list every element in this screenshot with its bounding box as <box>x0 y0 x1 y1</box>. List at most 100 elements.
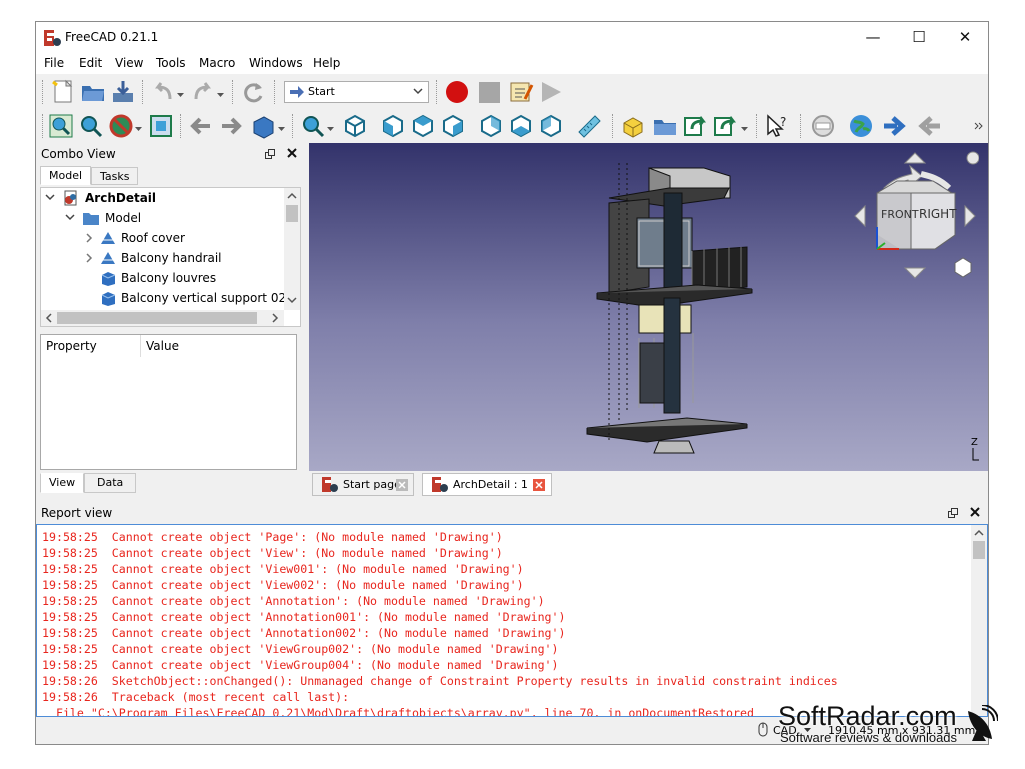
close-button[interactable]: ✕ <box>942 22 988 53</box>
std-views-icon[interactable] <box>250 113 276 139</box>
scroll-thumb[interactable] <box>973 541 985 559</box>
zoom-icon[interactable] <box>300 113 326 139</box>
nav-up-icon[interactable] <box>903 152 927 164</box>
fit-all-icon[interactable] <box>48 113 74 139</box>
close-panel-icon[interactable] <box>970 507 980 517</box>
std-views-dropdown-icon[interactable] <box>278 125 286 133</box>
forward-view-icon[interactable] <box>218 113 244 139</box>
view-isometric-icon[interactable] <box>342 113 368 139</box>
run-macro-icon[interactable] <box>538 79 564 105</box>
axis-z-label: Z <box>971 437 978 448</box>
solid-icon <box>101 292 116 306</box>
tree-vertical-scrollbar[interactable] <box>284 188 300 310</box>
stop-macro-icon[interactable] <box>476 79 502 105</box>
new-document-icon[interactable] <box>50 79 76 105</box>
view-rear-icon[interactable] <box>478 113 504 139</box>
tab-model[interactable]: Model <box>40 166 92 185</box>
tree-horizontal-scrollbar[interactable] <box>41 310 284 326</box>
create-part-icon[interactable] <box>620 113 646 139</box>
view-menu-cube-icon[interactable] <box>954 257 972 278</box>
expand-icon[interactable] <box>65 214 75 222</box>
measure-distance-icon[interactable] <box>576 113 602 139</box>
view-front-icon[interactable] <box>380 113 406 139</box>
toolbar-overflow-icon[interactable] <box>974 121 984 131</box>
tab-data[interactable]: Data <box>84 473 137 493</box>
undock-icon[interactable] <box>265 149 275 159</box>
menu-view[interactable]: View <box>115 56 143 70</box>
menu-file[interactable]: File <box>44 56 64 70</box>
log-line: 19:58:25 Cannot create object 'Annotatio… <box>42 610 566 624</box>
scroll-right-icon[interactable] <box>271 313 279 323</box>
tree-root-label: ArchDetail <box>85 191 157 205</box>
report-log[interactable]: 19:58:25 Cannot create object 'Page': (N… <box>36 524 988 717</box>
nav-right-icon[interactable] <box>964 204 976 228</box>
minimize-button[interactable]: — <box>850 22 896 53</box>
web-browser-icon[interactable] <box>848 113 874 139</box>
workbench-selector[interactable]: Start <box>284 81 429 103</box>
arch-component-icon <box>101 232 115 244</box>
expand-icon[interactable] <box>45 194 55 202</box>
scroll-up-icon[interactable] <box>974 529 984 537</box>
report-scrollbar[interactable] <box>971 525 987 716</box>
combo-view-title: Combo View <box>41 147 116 161</box>
nav-left-icon[interactable] <box>854 204 866 228</box>
nav-down-icon[interactable] <box>903 267 927 279</box>
menu-macro[interactable]: Macro <box>199 56 235 70</box>
back-view-icon[interactable] <box>188 113 214 139</box>
whats-this-icon[interactable]: ? <box>764 113 790 139</box>
property-column-header[interactable]: Property <box>41 335 141 357</box>
navcube-right-label[interactable]: RIGHT <box>919 207 957 221</box>
undock-icon[interactable] <box>948 508 958 518</box>
scroll-down-icon[interactable] <box>287 296 297 304</box>
link-actions-dropdown-icon[interactable] <box>741 125 749 133</box>
tab-view[interactable]: View <box>40 473 85 493</box>
maximize-button[interactable]: ☐ <box>896 22 942 53</box>
view-right-icon[interactable] <box>440 113 466 139</box>
view-bottom-icon[interactable] <box>508 113 534 139</box>
refresh-icon[interactable] <box>240 79 266 105</box>
view-top-icon[interactable] <box>410 113 436 139</box>
menu-help[interactable]: Help <box>313 56 340 70</box>
web-stop-icon[interactable] <box>810 113 836 139</box>
chevron-right-icon[interactable] <box>85 253 93 263</box>
link-actions-icon[interactable] <box>712 113 738 139</box>
save-document-icon[interactable] <box>110 79 136 105</box>
navigation-cube[interactable]: FRONT RIGHT <box>849 148 979 288</box>
redo-dropdown-icon[interactable] <box>217 91 225 99</box>
edit-macro-icon[interactable] <box>508 79 534 105</box>
chevron-right-icon[interactable] <box>85 233 93 243</box>
undo-icon[interactable] <box>150 79 176 105</box>
3d-viewport[interactable]: FRONT RIGHT Z <box>309 143 988 471</box>
record-macro-icon[interactable] <box>444 79 470 105</box>
zoom-dropdown-icon[interactable] <box>327 125 335 133</box>
menu-tools[interactable]: Tools <box>156 56 186 70</box>
draw-style-dropdown-icon[interactable] <box>135 125 143 133</box>
close-tab-icon[interactable] <box>533 479 545 491</box>
scroll-left-icon[interactable] <box>45 313 53 323</box>
draw-style-icon[interactable] <box>108 113 134 139</box>
scroll-thumb[interactable] <box>286 205 298 222</box>
scroll-thumb[interactable] <box>57 312 257 324</box>
redo-icon[interactable] <box>190 79 216 105</box>
window-title: FreeCAD 0.21.1 <box>65 30 159 44</box>
web-next-icon[interactable] <box>880 113 906 139</box>
scroll-up-icon[interactable] <box>287 192 297 200</box>
navcube-front-label[interactable]: FRONT <box>881 208 919 221</box>
create-group-icon[interactable] <box>652 113 678 139</box>
tab-tasks[interactable]: Tasks <box>91 167 139 185</box>
close-panel-icon[interactable] <box>287 148 297 158</box>
value-column-header[interactable]: Value <box>142 335 292 357</box>
menu-edit[interactable]: Edit <box>79 56 102 70</box>
view-left-icon[interactable] <box>538 113 564 139</box>
fit-selection-icon[interactable] <box>78 113 104 139</box>
bounding-box-icon[interactable] <box>148 113 174 139</box>
tab-archdetail[interactable]: ArchDetail : 1 <box>422 473 552 496</box>
close-tab-icon[interactable] <box>396 479 408 491</box>
web-previous-icon[interactable] <box>918 113 944 139</box>
menu-windows[interactable]: Windows <box>249 56 303 70</box>
undo-dropdown-icon[interactable] <box>177 91 185 99</box>
nav-menu-icon[interactable] <box>966 151 979 165</box>
link-icon[interactable] <box>682 113 708 139</box>
tab-start-page[interactable]: Start page <box>312 473 414 496</box>
open-folder-icon[interactable] <box>80 79 106 105</box>
